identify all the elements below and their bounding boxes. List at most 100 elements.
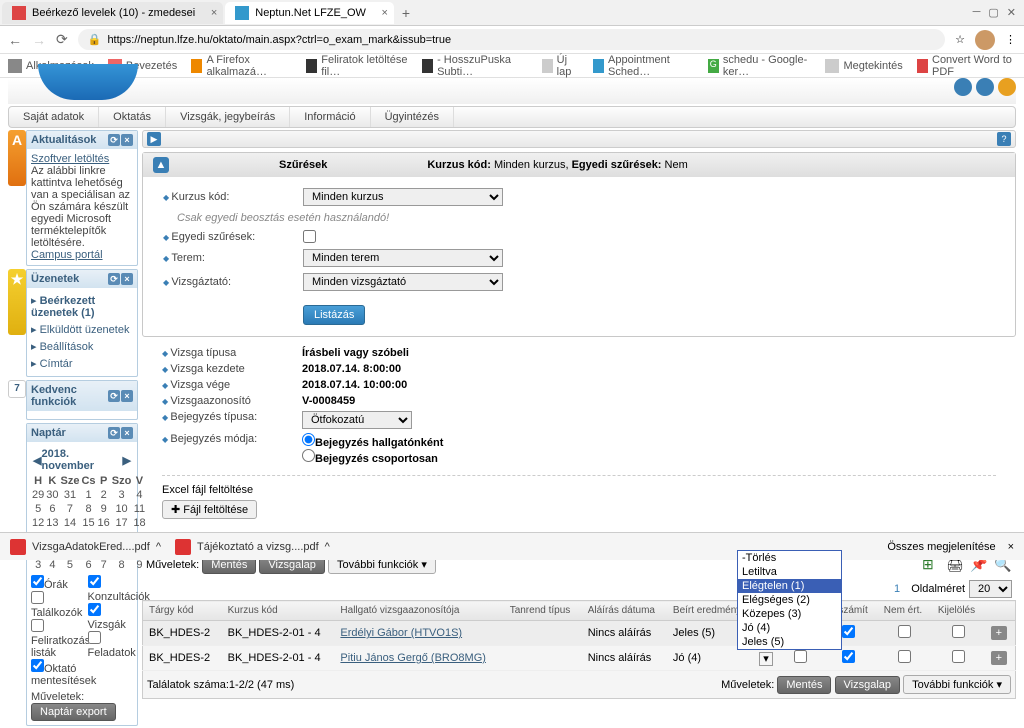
- dd-option[interactable]: Elégséges (2): [738, 593, 841, 607]
- beszamit-checkbox[interactable]: [842, 650, 855, 663]
- bookmark-item[interactable]: Gschedu - Google-ker…: [708, 54, 812, 78]
- settings-link[interactable]: Beállítások: [31, 338, 133, 355]
- show-all-downloads[interactable]: Összes megjelenítése: [887, 541, 995, 553]
- grade-dropdown-trigger[interactable]: ▾: [759, 652, 773, 666]
- chk-oktato[interactable]: Oktató mentesítések: [31, 659, 77, 687]
- nav-ugyintezes[interactable]: Ügyintézés: [371, 107, 454, 127]
- side-letter-a[interactable]: A: [8, 130, 26, 186]
- profile-avatar[interactable]: [975, 30, 995, 50]
- refresh-icon[interactable]: ⟳: [108, 427, 120, 439]
- col-kijelolesh[interactable]: Kijelölés: [932, 601, 985, 621]
- forward-button[interactable]: →: [32, 32, 46, 48]
- chk-feladatok[interactable]: Feladatok: [88, 631, 134, 659]
- dd-option-selected[interactable]: Elégtelen (1): [738, 579, 841, 593]
- chk-vizsgak[interactable]: Vizsgák: [88, 603, 134, 631]
- row-expand-button[interactable]: +: [991, 626, 1007, 640]
- kijeloles-checkbox[interactable]: [952, 625, 965, 638]
- chk-orak[interactable]: Órák: [31, 575, 77, 591]
- student-link[interactable]: Erdélyi Gábor (HTVO1S): [340, 627, 462, 639]
- radio-csoportosan[interactable]: Bejegyzés csoportosan: [302, 453, 438, 465]
- bookmark-item[interactable]: Feliratok letöltése fil…: [306, 54, 408, 78]
- campus-portal-link[interactable]: Campus portál: [31, 249, 103, 261]
- row-expand-button[interactable]: +: [991, 651, 1007, 665]
- listazas-button[interactable]: Listázás: [303, 305, 365, 325]
- close-icon[interactable]: ×: [121, 427, 133, 439]
- minimize-icon[interactable]: ─: [973, 6, 981, 19]
- mentes-button[interactable]: Mentés: [777, 676, 831, 694]
- close-icon[interactable]: ×: [121, 390, 133, 402]
- student-link[interactable]: Pitiu János Gergő (BRO8MG): [340, 652, 486, 664]
- naptar-export-button[interactable]: Naptár export: [31, 703, 116, 721]
- col-tanrend[interactable]: Tanrend típus: [504, 601, 582, 621]
- nav-oktatas[interactable]: Oktatás: [99, 107, 166, 127]
- beszamit-checkbox[interactable]: [842, 625, 855, 638]
- menu-icon[interactable]: ⋮: [1005, 33, 1016, 46]
- directory-link[interactable]: Címtár: [31, 355, 133, 372]
- chk-feliratkozasi[interactable]: Feliratkozási listák: [31, 619, 77, 659]
- file-upload-button[interactable]: ✚ Fájl feltöltése: [162, 500, 257, 519]
- vjm-checkbox[interactable]: [794, 650, 807, 663]
- col-targy[interactable]: Tárgy kód: [143, 601, 222, 621]
- side-letter-7[interactable]: 7: [8, 380, 26, 398]
- chevron-up-icon[interactable]: ^: [156, 541, 161, 553]
- chevron-up-icon[interactable]: ^: [325, 541, 330, 553]
- bookmark-item[interactable]: Convert Word to PDF: [917, 54, 1016, 78]
- refresh-icon[interactable]: ⟳: [108, 273, 120, 285]
- software-download-link[interactable]: Szoftver letöltés: [31, 153, 109, 165]
- close-icon[interactable]: ×: [121, 134, 133, 146]
- back-button[interactable]: ←: [8, 32, 22, 48]
- browser-tab-active[interactable]: Neptun.Net LFZE_OW ×: [225, 2, 394, 24]
- nav-informacio[interactable]: Információ: [290, 107, 370, 127]
- col-hallgato[interactable]: Hallgató vizsgaazonosítója: [334, 601, 503, 621]
- pagesize-select[interactable]: 20: [969, 580, 1012, 598]
- download-item[interactable]: VizsgaAdatokEred....pdf^: [10, 539, 161, 555]
- close-downloads-icon[interactable]: ×: [1008, 541, 1014, 553]
- url-input[interactable]: 🔒 https://neptun.lfze.hu/oktato/main.asp…: [78, 29, 945, 50]
- breadcrumb-help[interactable]: ?: [997, 132, 1011, 146]
- refresh-icon[interactable]: ⟳: [108, 134, 120, 146]
- new-tab-button[interactable]: +: [394, 5, 418, 21]
- tovabbi-funkciok-button[interactable]: További funkciók ▾: [903, 675, 1011, 694]
- nav-vizsgak[interactable]: Vizsgák, jegybeírás: [166, 107, 290, 127]
- nav-sajat-adatok[interactable]: Saját adatok: [9, 107, 99, 127]
- close-icon[interactable]: ×: [211, 7, 217, 19]
- kurzus-select[interactable]: Minden kurzus: [303, 188, 503, 206]
- inbox-link[interactable]: Beérkezett üzenetek (1): [31, 292, 133, 321]
- bookmark-item[interactable]: Appointment Sched…: [593, 54, 694, 78]
- download-item[interactable]: Tájékoztató a vizsg....pdf^: [175, 539, 330, 555]
- cal-next[interactable]: ▶: [123, 454, 131, 467]
- grade-dropdown[interactable]: -Törlés Letiltva Elégtelen (1) Elégséges…: [737, 550, 842, 650]
- bookmark-item[interactable]: A Firefox alkalmazá…: [191, 54, 292, 78]
- breadcrumb-toggle[interactable]: ▶: [147, 132, 161, 146]
- bookmark-item[interactable]: - HosszuPuska Subti…: [422, 54, 528, 78]
- dd-option[interactable]: Jeles (5): [738, 635, 841, 649]
- dd-option[interactable]: Közepes (3): [738, 607, 841, 621]
- egyedi-checkbox[interactable]: [303, 230, 316, 243]
- close-window-icon[interactable]: ✕: [1007, 6, 1016, 19]
- bookmark-item[interactable]: Megtekintés: [825, 59, 902, 73]
- dd-option[interactable]: Jó (4): [738, 621, 841, 635]
- maximize-icon[interactable]: ▢: [988, 6, 998, 19]
- browser-tab[interactable]: Beérkező levelek (10) - zmedesei ×: [2, 2, 223, 24]
- kijeloles-checkbox[interactable]: [952, 650, 965, 663]
- close-icon[interactable]: ×: [381, 7, 387, 19]
- cal-prev[interactable]: ◀: [33, 454, 41, 467]
- refresh-icon[interactable]: ⟳: [108, 390, 120, 402]
- vizsgalap-button[interactable]: Vizsgalap: [835, 676, 901, 694]
- page-first[interactable]: 1: [894, 583, 900, 595]
- dd-option[interactable]: Letiltva: [738, 565, 841, 579]
- vizsgaztato-select[interactable]: Minden vizsgáztató: [303, 273, 503, 291]
- bookmark-item[interactable]: Új lap: [542, 54, 579, 78]
- bejegyzes-tipusa-select[interactable]: Ötfokozatú: [302, 411, 412, 429]
- chk-konzultaciok[interactable]: Konzultációk: [88, 575, 134, 603]
- sent-link[interactable]: Elküldött üzenetek: [31, 321, 133, 338]
- star-icon[interactable]: ☆: [955, 33, 965, 46]
- chk-talalkozok[interactable]: Találkozók: [31, 591, 77, 619]
- header-icon[interactable]: [998, 78, 1016, 96]
- terem-select[interactable]: Minden terem: [303, 249, 503, 267]
- nemert-checkbox[interactable]: [898, 650, 911, 663]
- collapse-icon[interactable]: ▲: [153, 157, 169, 173]
- close-icon[interactable]: ×: [121, 273, 133, 285]
- header-icon[interactable]: [954, 78, 972, 96]
- col-kurzus[interactable]: Kurzus kód: [222, 601, 335, 621]
